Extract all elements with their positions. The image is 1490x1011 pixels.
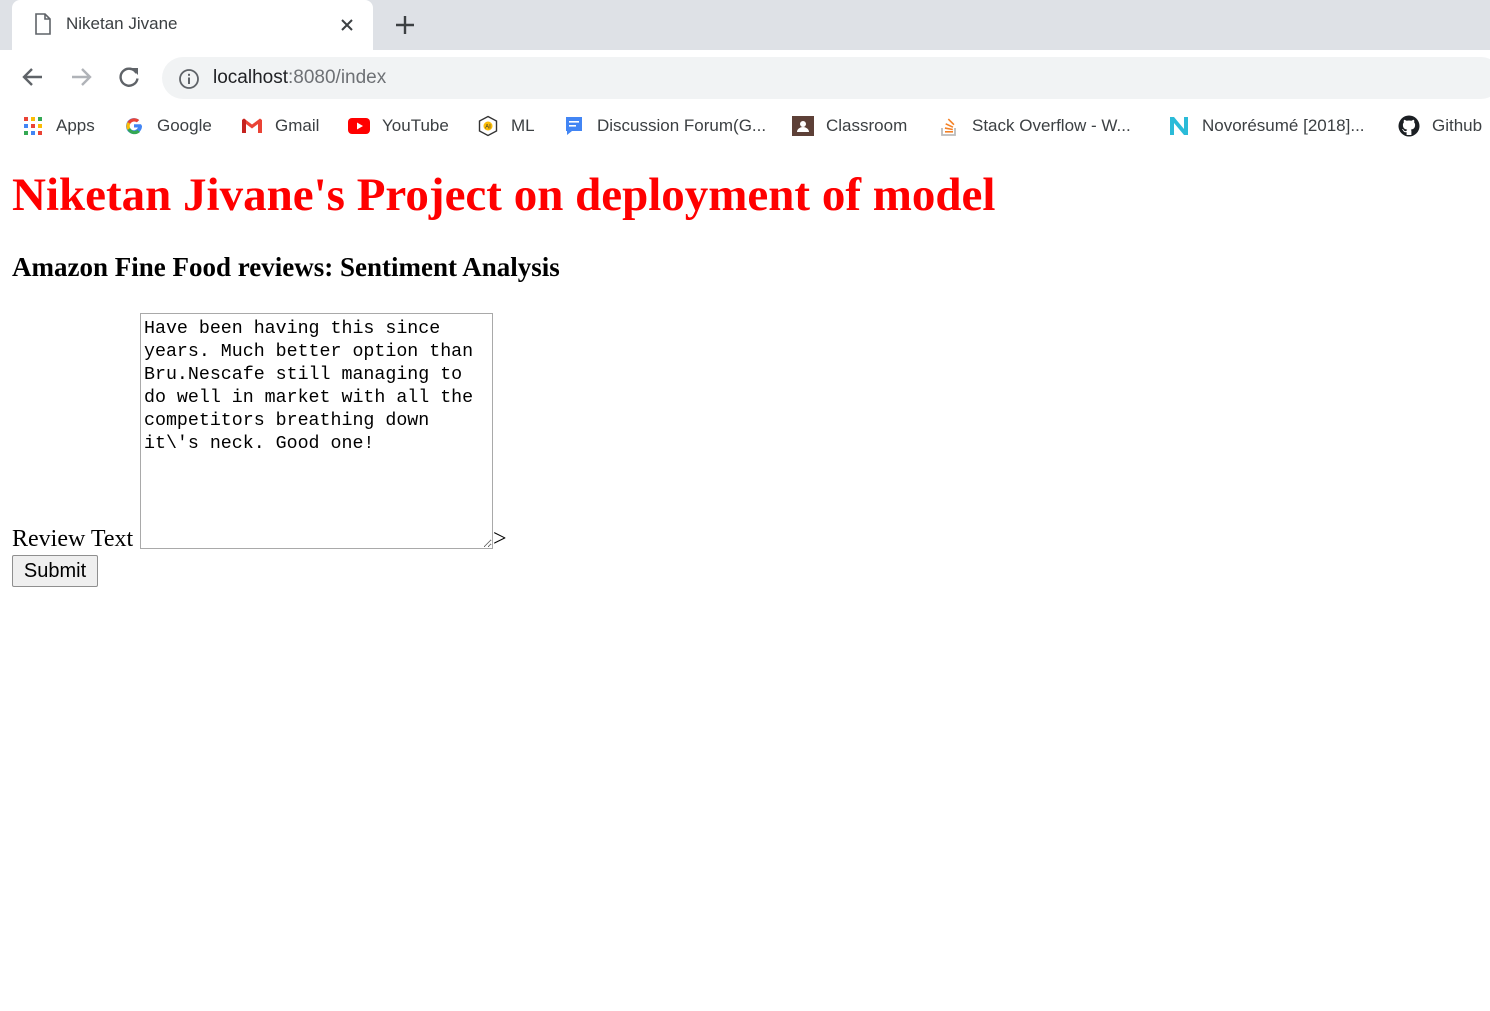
forum-icon [563,115,585,137]
url-text: localhost:8080/index [213,67,387,88]
gmail-icon [241,115,263,137]
bookmark-classroom[interactable]: Classroom [792,114,907,138]
submit-button[interactable]: Submit [12,555,98,587]
github-icon [1398,115,1420,137]
bookmark-label: Discussion Forum(G... [597,116,767,135]
bookmark-label: Github [1432,116,1483,135]
apps-grid-icon [22,115,44,137]
tab-title: Niketan Jivane [66,14,178,33]
forward-arrow-icon[interactable] [68,64,94,90]
bookmark-label: Novorésumé [2018]... [1202,116,1365,135]
bookmark-gmail[interactable]: Gmail [241,114,319,138]
bookmark-label: Classroom [826,116,908,135]
bookmark-label: YouTube [382,116,449,135]
page-content: Niketan Jivane's Project on deployment o… [0,146,1490,1011]
info-icon[interactable] [178,68,200,90]
review-text-label: Review Text [12,526,134,552]
ml-icon: AI [477,115,499,137]
svg-text:AI: AI [485,125,491,131]
bookmark-google[interactable]: Google [123,114,212,138]
bookmark-label: Google [157,116,212,135]
close-icon[interactable] [337,15,357,35]
browser-toolbar: localhost:8080/index [0,50,1490,106]
bookmark-label: Stack Overflow - W... [972,116,1131,135]
bookmark-discussion-forum[interactable]: Discussion Forum(G... [563,114,766,138]
active-tab[interactable]: Niketan Jivane [12,0,373,50]
bookmark-label: ML [511,116,535,135]
page-title: Niketan Jivane's Project on deployment o… [12,169,996,221]
page-subtitle: Amazon Fine Food reviews: Sentiment Anal… [12,252,560,282]
bookmarks-bar: Apps Google Gmail YouTube AI ML Discussi… [0,106,1490,146]
bookmark-label: Apps [56,116,95,135]
google-icon [123,115,145,137]
stackoverflow-icon [938,115,960,137]
youtube-icon [348,115,370,137]
bookmark-youtube[interactable]: YouTube [348,114,449,138]
classroom-icon [792,115,814,137]
novoresume-icon [1168,115,1190,137]
tab-strip: Niketan Jivane [0,0,1490,50]
back-arrow-icon[interactable] [20,64,46,90]
review-textarea[interactable] [140,313,493,549]
bookmark-stack-overflow[interactable]: Stack Overflow - W... [938,114,1131,138]
stray-markup-text: > [493,526,507,552]
reload-icon[interactable] [116,64,142,90]
bookmark-label: Gmail [275,116,320,135]
bookmark-ml[interactable]: AI ML [477,114,535,138]
bookmark-apps[interactable]: Apps [22,114,95,138]
bookmark-github[interactable]: Github [1398,114,1482,138]
new-tab-icon[interactable] [392,12,418,38]
page-icon [35,13,51,35]
bookmark-novoresume[interactable]: Novorésumé [2018]... [1168,114,1365,138]
address-bar[interactable]: localhost:8080/index [162,57,1490,99]
